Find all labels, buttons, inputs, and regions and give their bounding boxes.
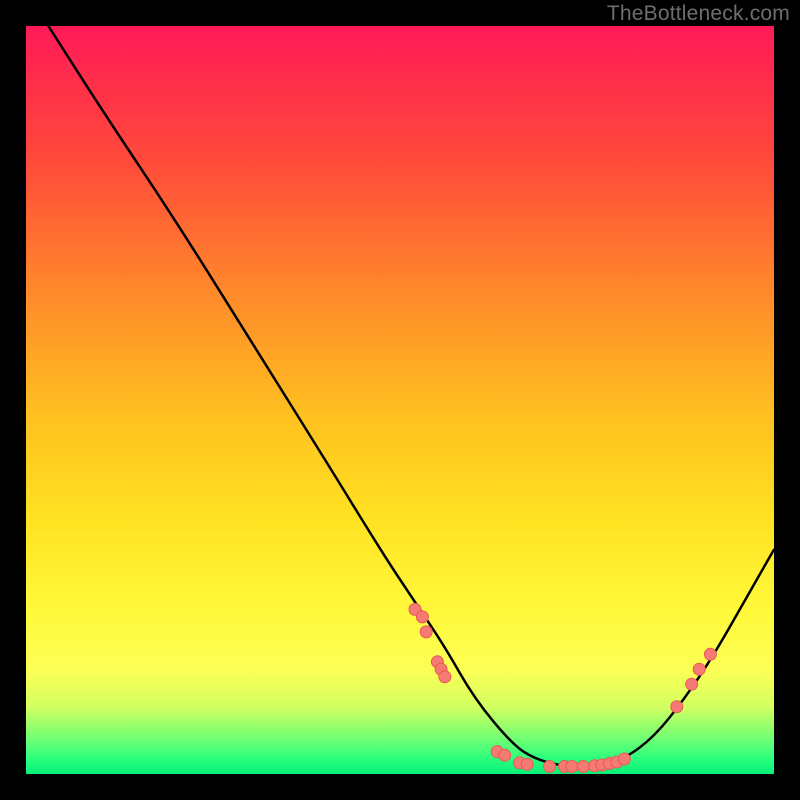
data-point	[566, 761, 578, 773]
data-point	[671, 701, 683, 713]
data-point	[439, 671, 451, 683]
data-point	[420, 626, 432, 638]
data-point	[544, 761, 556, 773]
data-point	[693, 663, 705, 675]
bottleneck-curve	[48, 26, 774, 767]
data-point	[686, 678, 698, 690]
data-point	[499, 749, 511, 761]
chart-frame: TheBottleneck.com	[0, 0, 800, 800]
data-point	[416, 611, 428, 623]
data-point	[618, 753, 630, 765]
watermark-label: TheBottleneck.com	[607, 2, 790, 26]
data-point	[577, 761, 589, 773]
data-points-group	[409, 603, 716, 772]
data-point	[521, 758, 533, 770]
data-point	[704, 648, 716, 660]
chart-overlay	[26, 26, 774, 774]
